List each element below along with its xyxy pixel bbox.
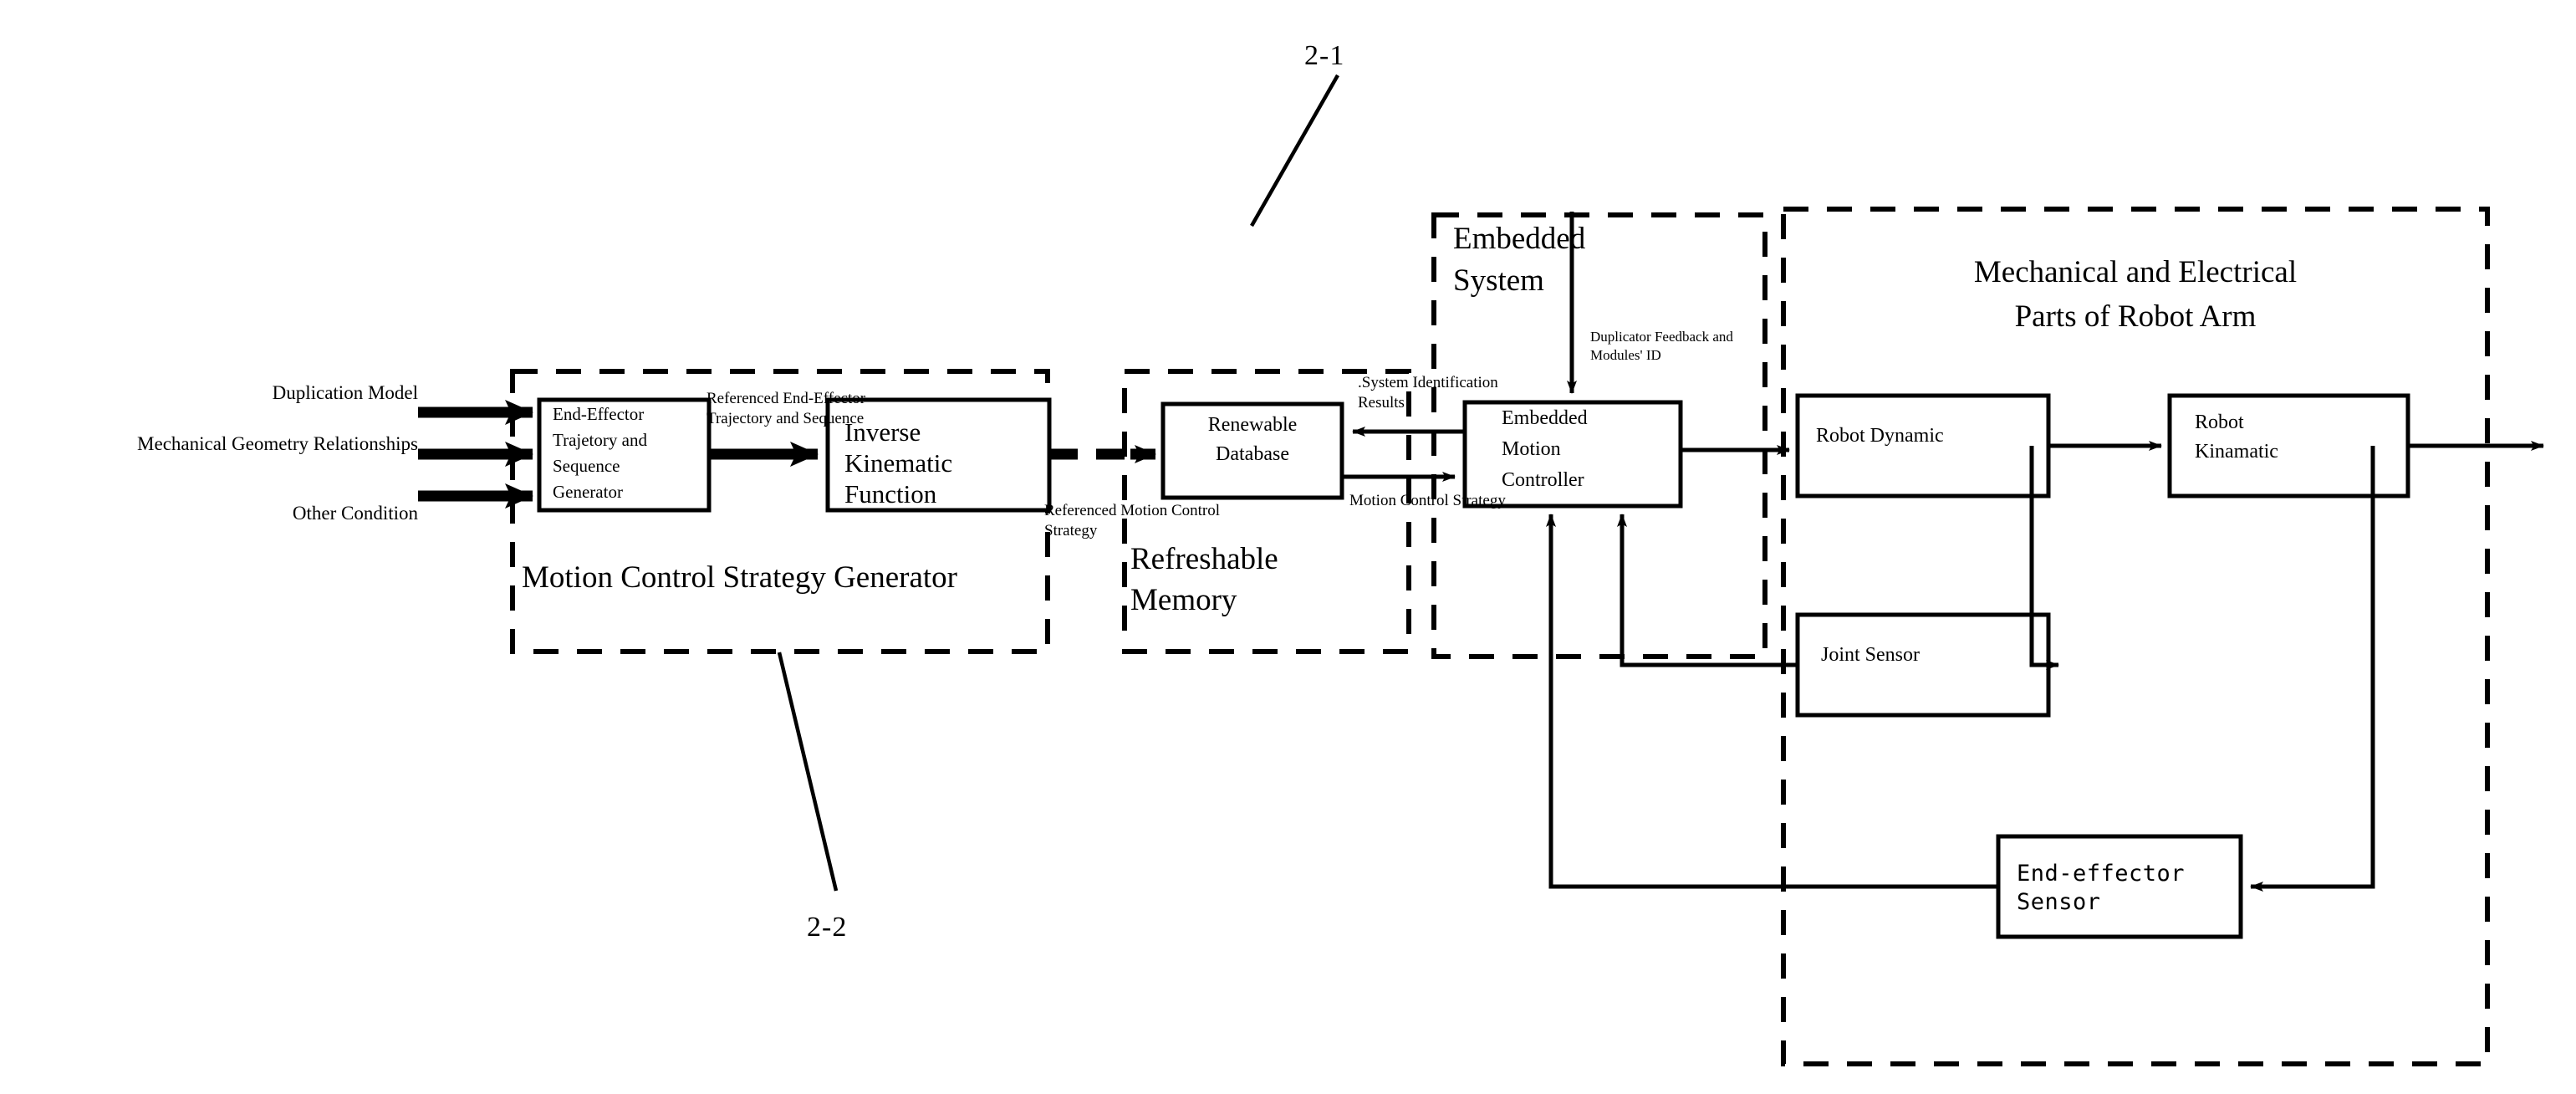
callout-leader-2-2: [777, 652, 839, 892]
block-label-joint-sensor: Joint Sensor: [1821, 644, 1921, 666]
wire-joint-sensor-to-emc: [1617, 514, 1798, 667]
container-label-embedded-system-line1: Embedded: [1453, 222, 1586, 256]
edge-label-referenced-motion-control-line1: Referenced Motion Control: [1044, 502, 1221, 519]
edge-label-duplicator-feedback-line1: Duplicator Feedback and: [1590, 329, 1733, 345]
wire-robot-kinamatic-to-end-effector-sensor: [2250, 446, 2375, 892]
input-label-mechanical-geometry-relationships: Mechanical Geometry Relationships: [137, 433, 418, 454]
block-label-renewable-database-line2: Database: [1216, 443, 1289, 465]
block-label-robot-kinamatic-line2: Kinamatic: [2195, 441, 2278, 463]
input-label-duplication-model: Duplication Model: [272, 382, 418, 403]
block-label-ikf-line2: Kinematic: [844, 448, 953, 478]
container-label-refreshable-memory-line2: Memory: [1130, 583, 1237, 617]
block-label-emc-line3: Controller: [1502, 469, 1584, 491]
edge-label-motion-control-strategy: Motion Control Strategy: [1349, 492, 1506, 509]
container-label-embedded-system-line2: System: [1453, 263, 1544, 298]
edge-label-system-identification-results-line2: Results: [1358, 394, 1405, 412]
callout-leader-2-1: [1250, 74, 1339, 227]
block-diagram-canvas: 2-1 2-2 Motion Control Strategy Generato…: [0, 0, 2576, 1094]
edge-label-system-identification-results-line1: .System Identification: [1358, 374, 1498, 391]
block-label-robot-dynamic: Robot Dynamic: [1816, 425, 1944, 447]
block-label-eetsg-line1: End-Effector: [553, 404, 645, 424]
container-label-motion-control-strategy-generator: Motion Control Strategy Generator: [522, 560, 957, 595]
block-label-emc-line2: Motion: [1502, 438, 1561, 460]
block-label-eetsg-line4: Generator: [553, 482, 623, 502]
block-label-end-effector-sensor-line2: Sensor: [2017, 889, 2101, 915]
callout-label-2-1: 2-1: [1304, 40, 1345, 71]
block-label-end-effector-sensor-line1: End-effector: [2017, 861, 2186, 887]
container-label-mechanical-electrical-line1: Mechanical and Electrical: [1973, 255, 2298, 289]
container-label-refreshable-memory-line1: Refreshable: [1130, 542, 1278, 576]
container-label-mechanical-electrical-line2: Parts of Robot Arm: [2014, 299, 2257, 334]
edge-label-referenced-motion-control-line2: Strategy: [1044, 522, 1098, 539]
edge-label-referenced-ee-trajectory-line1: Referenced End-Effector: [706, 390, 866, 407]
block-label-eetsg-line3: Sequence: [553, 456, 620, 476]
block-label-robot-kinamatic-line1: Robot: [2195, 412, 2244, 433]
callout-label-2-2: 2-2: [807, 912, 848, 943]
block-label-eetsg-line2: Trajetory and: [553, 430, 647, 450]
edge-label-duplicator-feedback-line2: Modules' ID: [1590, 347, 1661, 363]
edge-label-referenced-ee-trajectory-line2: Trajectory and Sequence: [706, 410, 865, 427]
input-label-other-condition: Other Condition: [292, 503, 418, 524]
block-label-renewable-database-line1: Renewable: [1207, 414, 1298, 436]
block-label-ikf-line3: Function: [844, 479, 937, 509]
